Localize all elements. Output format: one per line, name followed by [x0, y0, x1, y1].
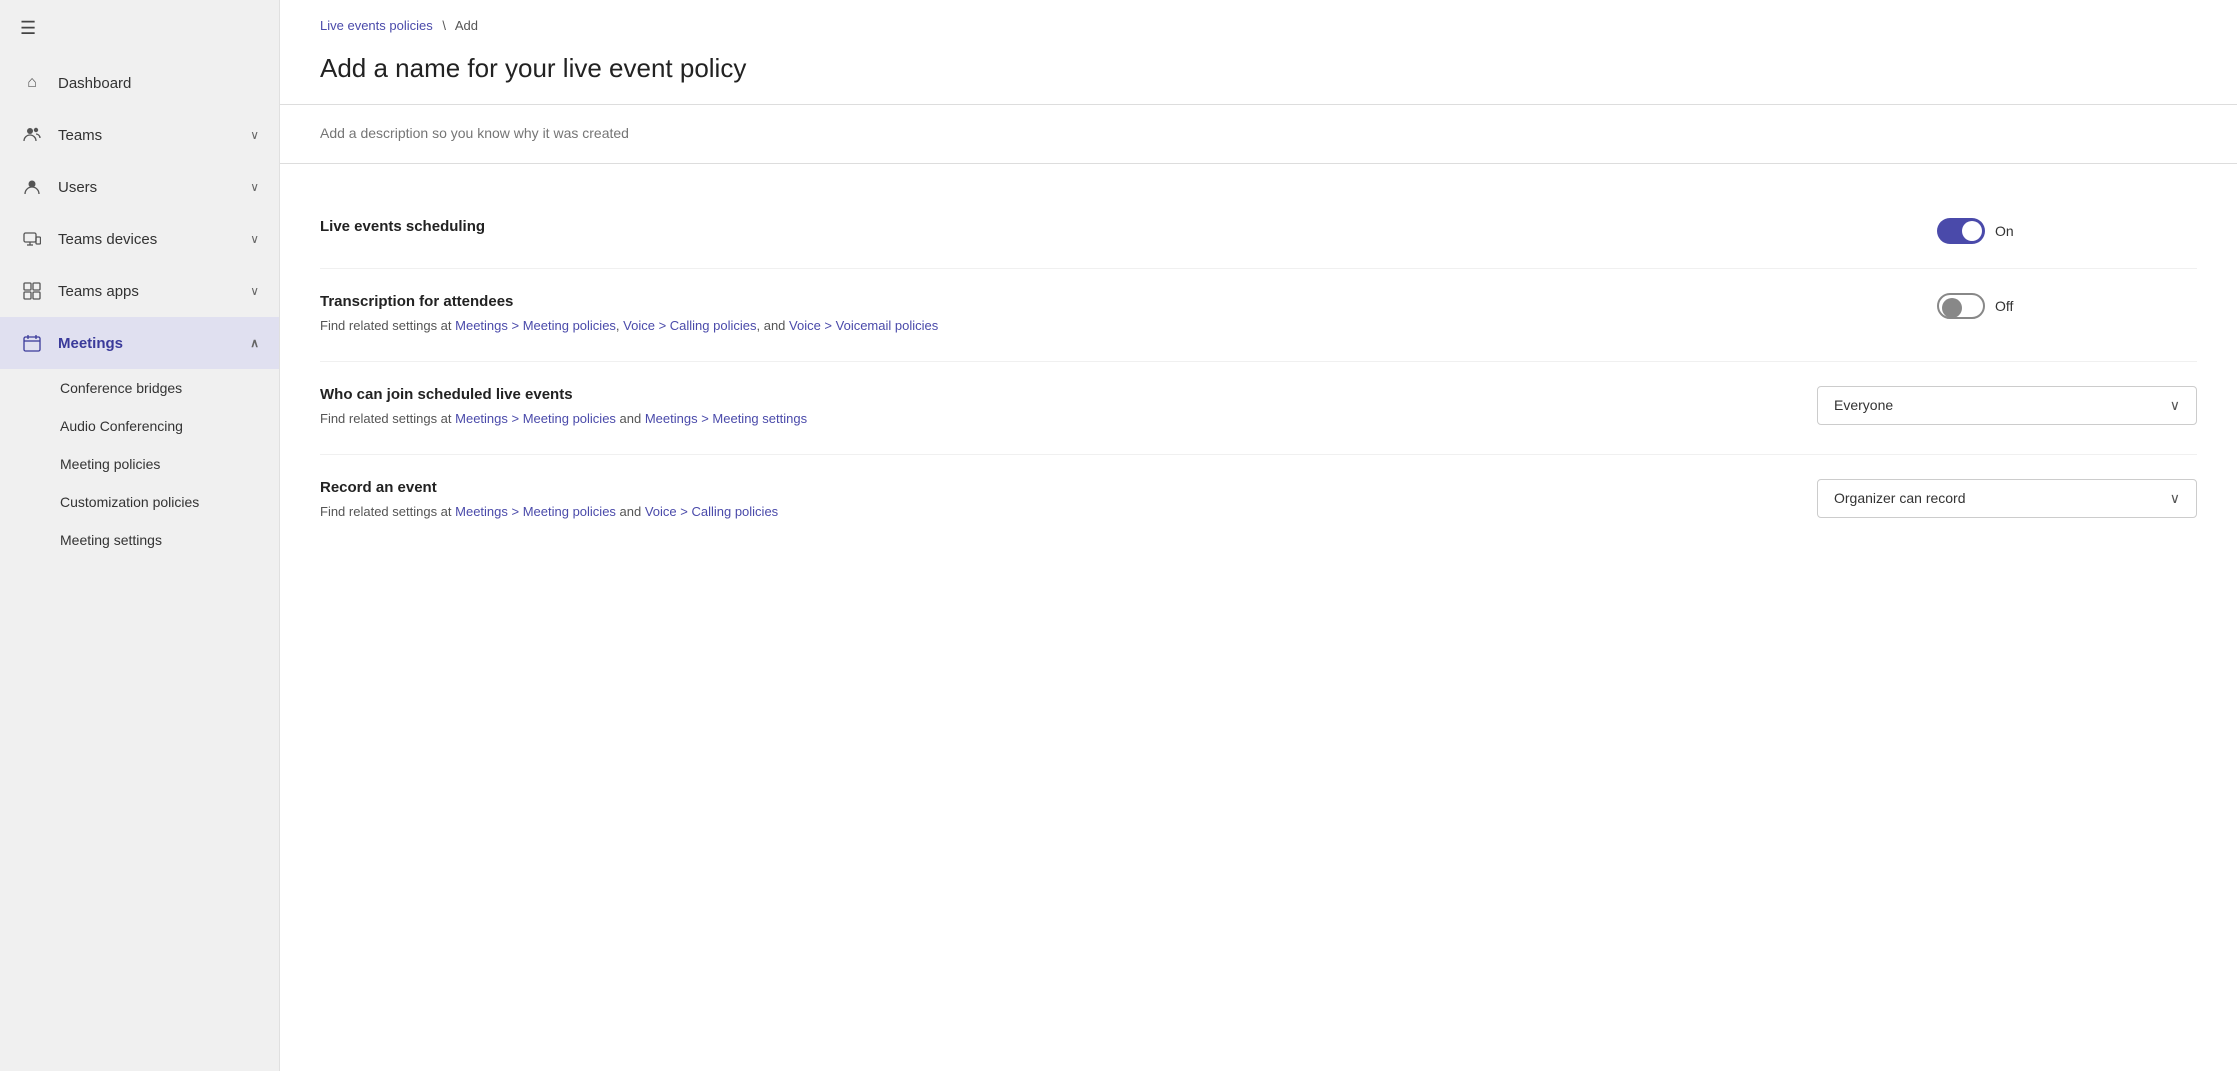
- sidebar-item-dashboard[interactable]: ⌂ Dashboard: [0, 57, 279, 109]
- meetings-icon: [20, 331, 44, 355]
- toggle-knob: [1962, 221, 1982, 241]
- sidebar-item-users[interactable]: Users ∨: [0, 161, 279, 213]
- record-event-dropdown-value: Organizer can record: [1834, 490, 1966, 506]
- transcription-link3[interactable]: Voice > Voicemail policies: [789, 318, 938, 333]
- transcription-row: Transcription for attendees Find related…: [320, 269, 2197, 362]
- transcription-toggle[interactable]: [1937, 293, 1985, 319]
- sidebar-subitem-audio-conferencing[interactable]: Audio Conferencing: [0, 407, 279, 445]
- page-title: Add a name for your live event policy: [280, 43, 2237, 105]
- who-can-join-dropdown-wrapper: Everyone ∨: [1817, 386, 2197, 425]
- chevron-down-icon: ∨: [250, 128, 259, 142]
- who-can-join-link2[interactable]: Meetings > Meeting settings: [645, 411, 807, 426]
- sidebar-item-label: Teams: [58, 127, 250, 144]
- sidebar-item-label: Users: [58, 179, 250, 196]
- sidebar-item-meetings[interactable]: Meetings ∧: [0, 317, 279, 369]
- transcription-link1[interactable]: Meetings > Meeting policies: [455, 318, 616, 333]
- chevron-down-icon: ∨: [2170, 397, 2180, 414]
- who-can-join-desc: Find related settings at Meetings > Meet…: [320, 409, 1777, 430]
- toggle-wrapper: On: [1937, 218, 2014, 244]
- transcription-link2[interactable]: Voice > Calling policies: [623, 318, 756, 333]
- hamburger-icon[interactable]: ☰: [20, 18, 36, 39]
- sidebar-item-label: Meetings: [58, 335, 250, 352]
- record-event-link2[interactable]: Voice > Calling policies: [645, 504, 778, 519]
- record-event-link1[interactable]: Meetings > Meeting policies: [455, 504, 616, 519]
- who-can-join-info: Who can join scheduled live events Find …: [320, 386, 1817, 430]
- record-event-info: Record an event Find related settings at…: [320, 479, 1817, 523]
- sidebar-item-label: Dashboard: [58, 75, 259, 92]
- transcription-info: Transcription for attendees Find related…: [320, 293, 1937, 337]
- live-events-scheduling-toggle[interactable]: [1937, 218, 1985, 244]
- teams-icon: [20, 123, 44, 147]
- record-event-label: Record an event: [320, 479, 1777, 496]
- transcription-control: Off: [1937, 293, 2197, 319]
- live-events-scheduling-label: Live events scheduling: [320, 218, 1897, 235]
- chevron-up-icon: ∧: [250, 336, 259, 350]
- record-event-row: Record an event Find related settings at…: [320, 455, 2197, 547]
- live-events-scheduling-control: On: [1937, 218, 2197, 244]
- breadcrumb-separator: \: [442, 18, 446, 33]
- chevron-down-icon: ∨: [2170, 490, 2180, 507]
- devices-icon: [20, 227, 44, 251]
- sidebar-header: ☰: [0, 0, 279, 57]
- chevron-down-icon: ∨: [250, 284, 259, 298]
- who-can-join-row: Who can join scheduled live events Find …: [320, 362, 2197, 455]
- policy-name-input[interactable]: [320, 125, 2197, 141]
- chevron-down-icon: ∨: [250, 180, 259, 194]
- live-events-scheduling-info: Live events scheduling: [320, 218, 1937, 241]
- who-can-join-dropdown-value: Everyone: [1834, 397, 1893, 413]
- sidebar-item-teams[interactable]: Teams ∨: [0, 109, 279, 161]
- sidebar-item-teams-apps[interactable]: Teams apps ∨: [0, 265, 279, 317]
- sidebar: ☰ ⌂ Dashboard Teams ∨ Users ∨ Teams devi…: [0, 0, 280, 1071]
- live-events-scheduling-state-label: On: [1995, 223, 2014, 239]
- subitem-label: Meeting policies: [60, 456, 160, 472]
- transcription-desc: Find related settings at Meetings > Meet…: [320, 316, 1897, 337]
- who-can-join-dropdown[interactable]: Everyone ∨: [1817, 386, 2197, 425]
- settings-section: Live events scheduling On Transcription …: [280, 164, 2237, 576]
- sidebar-item-teams-devices[interactable]: Teams devices ∨: [0, 213, 279, 265]
- sidebar-subitem-customization-policies[interactable]: Customization policies: [0, 483, 279, 521]
- main-content: Live events policies \ Add Add a name fo…: [280, 0, 2237, 1071]
- who-can-join-control: Everyone ∨: [1817, 386, 2197, 425]
- transcription-state-label: Off: [1995, 298, 2013, 314]
- breadcrumb-link[interactable]: Live events policies: [320, 18, 433, 33]
- sidebar-subitem-meeting-settings[interactable]: Meeting settings: [0, 521, 279, 559]
- toggle-knob-transcription: [1942, 298, 1962, 318]
- record-event-desc: Find related settings at Meetings > Meet…: [320, 502, 1777, 523]
- live-events-scheduling-row: Live events scheduling On: [320, 194, 2197, 269]
- users-icon: [20, 175, 44, 199]
- breadcrumb: Live events policies \ Add: [280, 0, 2237, 43]
- transcription-label: Transcription for attendees: [320, 293, 1897, 310]
- chevron-down-icon: ∨: [250, 232, 259, 246]
- apps-icon: [20, 279, 44, 303]
- subitem-label: Meeting settings: [60, 532, 162, 548]
- sidebar-subitem-meeting-policies[interactable]: Meeting policies: [0, 445, 279, 483]
- subitem-label: Customization policies: [60, 494, 199, 510]
- sidebar-item-label: Teams devices: [58, 231, 250, 248]
- name-description-section: [280, 105, 2237, 164]
- sidebar-item-label: Teams apps: [58, 283, 250, 300]
- breadcrumb-current: Add: [455, 18, 478, 33]
- sidebar-subitem-conference-bridges[interactable]: Conference bridges: [0, 369, 279, 407]
- who-can-join-link1[interactable]: Meetings > Meeting policies: [455, 411, 616, 426]
- record-event-dropdown[interactable]: Organizer can record ∨: [1817, 479, 2197, 518]
- who-can-join-label: Who can join scheduled live events: [320, 386, 1777, 403]
- subitem-label: Conference bridges: [60, 380, 182, 396]
- subitem-label: Audio Conferencing: [60, 418, 183, 434]
- record-event-dropdown-wrapper: Organizer can record ∨: [1817, 479, 2197, 518]
- toggle-wrapper-transcription: Off: [1937, 293, 2013, 319]
- home-icon: ⌂: [20, 71, 44, 95]
- record-event-control: Organizer can record ∨: [1817, 479, 2197, 518]
